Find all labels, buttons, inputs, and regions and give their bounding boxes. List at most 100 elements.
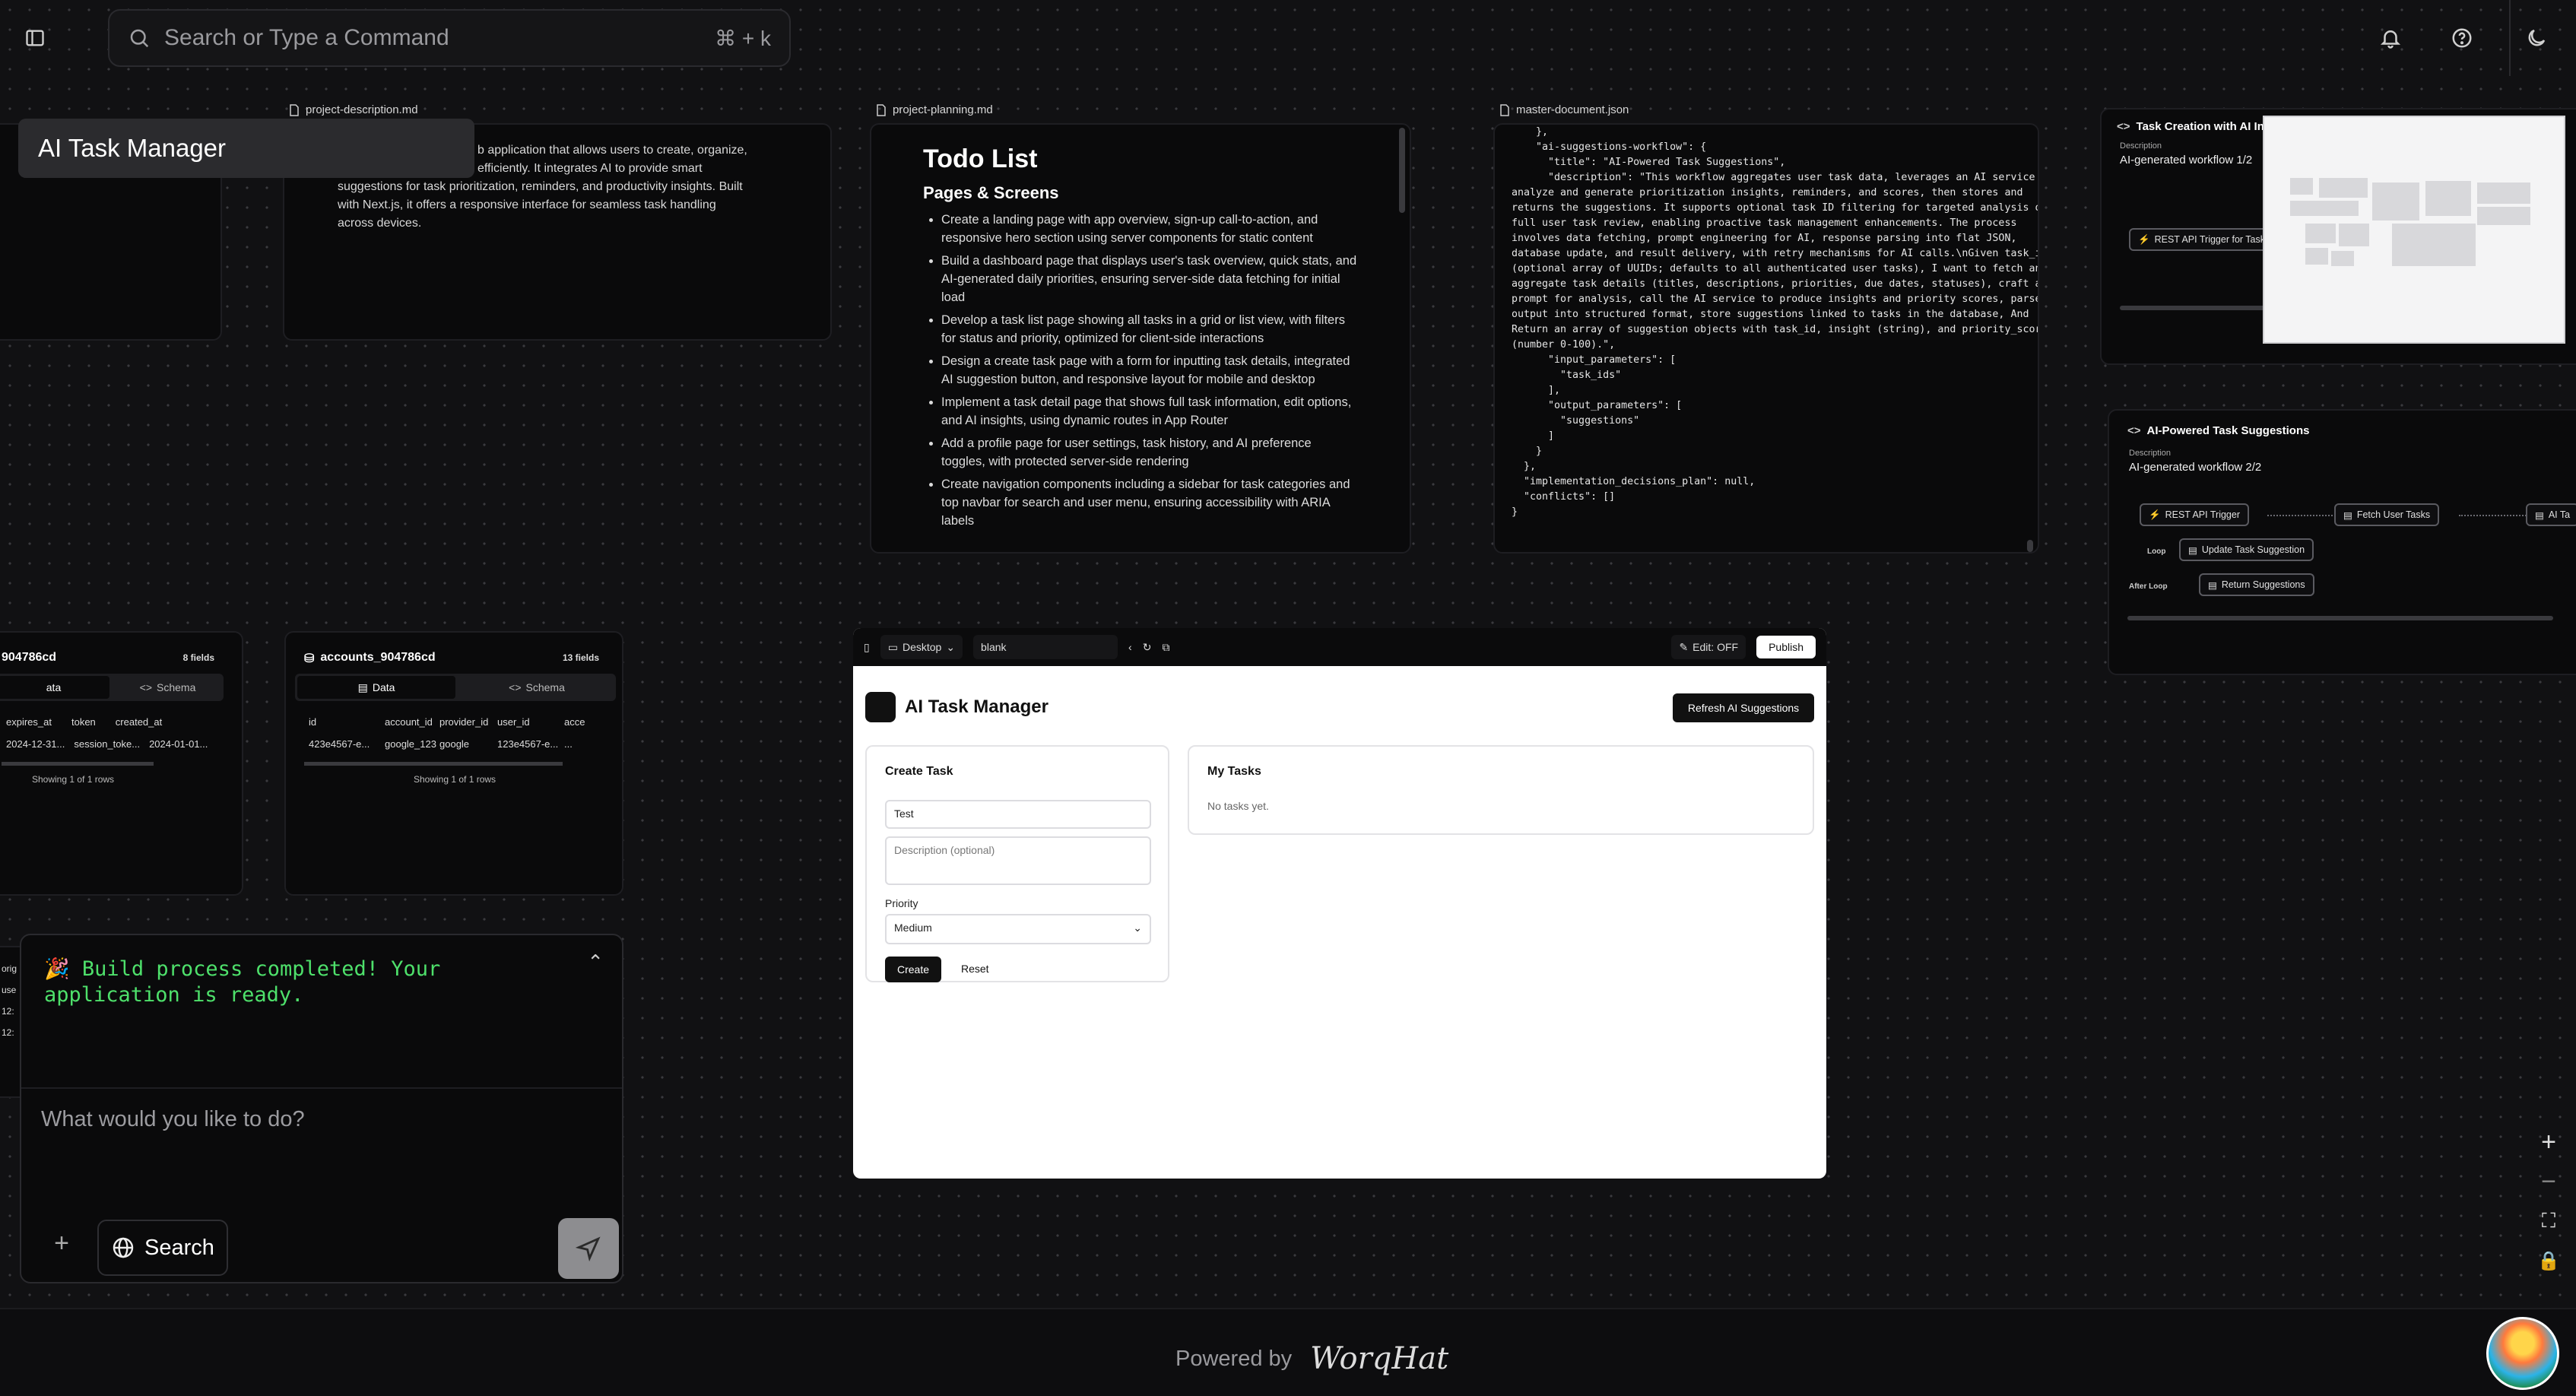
my-tasks-card: My Tasks No tasks yet. [1188,745,1814,835]
task-title-input[interactable]: Test [885,800,1151,829]
sessions-table-name: 904786cd [2,651,57,664]
json-line: "input_parameters": [ [1512,354,1677,366]
workflow2-desc-label: Description [2129,449,2172,458]
workflow2-header: <> AI-Powered Task Suggestions [2127,424,2310,437]
json-line: database update, and result delivery, wi… [1512,248,2039,259]
json-scrollbar[interactable] [2027,540,2033,552]
tab-schema[interactable]: <> Schema [458,674,616,701]
todo-item: Build a dashboard page that displays use… [941,252,1358,306]
send-icon [576,1236,601,1261]
table-icon: ▤ [2343,509,2352,521]
command-search[interactable]: Search or Type a Command ⌘ + k [108,9,791,67]
todo-title: Todo List [923,144,1038,173]
todo-item: Add a profile page for user settings, ta… [941,434,1358,471]
plus-icon[interactable]: + [43,1224,81,1262]
workflow1-desc-label: Description [2120,141,2162,151]
master-document-card[interactable]: }, "ai-suggestions-workflow": { "title":… [1493,123,2039,554]
minimap-graphic [2290,178,2530,266]
empty-tasks-text: No tasks yet. [1207,800,1269,812]
chat-input[interactable]: What would you like to do? [21,1087,622,1209]
send-button[interactable] [558,1218,619,1279]
fit-view-icon[interactable]: ⛶ [2542,1201,2555,1241]
chat-footer: + Search [21,1209,622,1282]
chat-panel[interactable]: 🎉 Build process completed! Your applicat… [20,934,623,1283]
external-link-icon[interactable]: ⧉ [1162,641,1169,654]
priority-select[interactable]: Medium ⌄ [885,914,1151,944]
table-icon: ▤ [2535,509,2544,521]
planning-card[interactable]: Todo List Pages & Screens Create a landi… [870,123,1411,554]
workflow-minimap[interactable] [2263,116,2565,344]
route-input[interactable]: blank [973,635,1118,659]
workflow2-node-return[interactable]: ▤ Return Suggestions [2199,573,2314,596]
search-web-button[interactable]: Search [97,1220,228,1276]
task-description-input[interactable]: Description (optional) [885,836,1151,885]
todo-item: Develop a task list page showing all tas… [941,311,1358,347]
zoom-out-icon[interactable]: − [2541,1162,2556,1201]
sessions-table: expires_at token created_at 2024-12-31... s… [6,716,208,750]
tab-data[interactable]: ata [0,676,109,699]
chat-placeholder: What would you like to do? [41,1107,305,1131]
sessions-scrollbar[interactable] [2,762,154,766]
tab-data[interactable]: ▤ Data [297,676,455,699]
footer: Powered by WorqHat [0,1308,2576,1396]
file-icon [877,103,886,116]
table-row: 2024-12-31... session_toke... 2024-01-01..… [6,738,208,750]
json-line: analyze and generate prioritization insi… [1512,187,2023,198]
json-line: "output_parameters": [ [1512,400,1683,411]
refresh-icon[interactable]: ↻ [1143,641,1152,654]
workflow2-node-fetch[interactable]: ▤ Fetch User Tasks [2334,503,2440,526]
help-icon[interactable] [2442,18,2482,58]
chevron-down-icon: ⌄ [946,640,956,653]
create-button[interactable]: Create [885,957,941,982]
brand-logo: WorqHat [1310,1341,1449,1376]
workflow1-node-trigger[interactable]: ⚡ REST API Trigger for Task [2129,228,2275,251]
chevron-down-icon: ⌄ [1133,922,1142,934]
accounts-scrollbar[interactable] [304,762,563,766]
topbar-divider [2509,0,2511,76]
reset-button[interactable]: Reset [961,963,989,975]
accounts-table-card[interactable]: ⛁ accounts_904786cd 13 fields ▤ Data <> Sch… [284,631,623,896]
app-preview[interactable]: ▯ ▭ Desktop ⌄ blank ‹ ↻ ⧉ ✎ Edit: OFF Publi… [853,628,1826,1179]
edit-toggle[interactable]: ✎ Edit: OFF [1671,635,1746,659]
accounts-header: ⛁ accounts_904786cd [304,651,436,665]
sessions-tabs: ata <> Schema [0,674,224,701]
planning-scrollbar[interactable] [1399,128,1405,213]
tab-schema[interactable]: <> Schema [112,674,224,701]
json-line: "task_ids" [1512,370,1622,381]
collapse-chevron-icon[interactable]: ⌃ [587,950,604,974]
bell-icon[interactable] [2371,18,2410,58]
device-select[interactable]: ▭ Desktop ⌄ [880,635,963,659]
sidebar-toggle-icon[interactable]: ▯ [864,641,870,654]
refresh-suggestions-button[interactable]: Refresh AI Suggestions [1673,693,1814,722]
lock-icon[interactable]: 🔒 [2537,1241,2560,1280]
chat-message: 🎉 Build process completed! Your applicat… [44,957,441,1007]
powered-by-text: Powered by [1175,1346,1293,1371]
moon-icon[interactable] [2517,18,2556,58]
json-line: "title": "AI-Powered Task Suggestions", [1512,157,1786,168]
json-line: ], [1512,385,1561,396]
publish-button[interactable]: Publish [1756,636,1816,658]
zoom-controls: + − ⛶ 🔒 [2529,1122,2568,1291]
json-line: } [1512,506,1518,518]
workflow-card-2[interactable]: <> AI-Powered Task Suggestions Descripti… [2108,409,2576,675]
workflow2-node-trigger[interactable]: ⚡ REST API Trigger [2140,503,2249,526]
json-line: output into structured format, store sug… [1512,309,2029,320]
search-icon [130,29,149,48]
back-icon[interactable]: ‹ [1128,641,1132,653]
search-placeholder: Search or Type a Command [164,25,449,50]
user-avatar[interactable] [2486,1317,2559,1390]
zoom-in-icon[interactable]: + [2541,1122,2556,1162]
code-icon: <> [139,681,152,693]
bolt-icon: ⚡ [2149,509,2161,520]
database-icon: ⛁ [304,652,315,665]
sidebar-toggle-icon[interactable] [15,18,55,58]
workflow2-node-update[interactable]: ▤ Update Task Suggestion [2179,538,2314,561]
workspace-canvas[interactable]: Search or Type a Command ⌘ + k AI Task M… [0,0,2576,1308]
create-task-title: Create Task [885,765,953,778]
json-line: } [1512,446,1543,457]
json-line: "description": "This workflow aggregates… [1512,172,2039,183]
workflow2-node-ai[interactable]: ▤ AI Ta [2526,503,2576,526]
workflow2-scrollbar[interactable] [2127,616,2553,620]
sessions-table-card[interactable]: 904786cd 8 fields ata <> Schema expires_a… [0,631,243,896]
todo-item: Implement a task detail page that shows … [941,393,1358,430]
